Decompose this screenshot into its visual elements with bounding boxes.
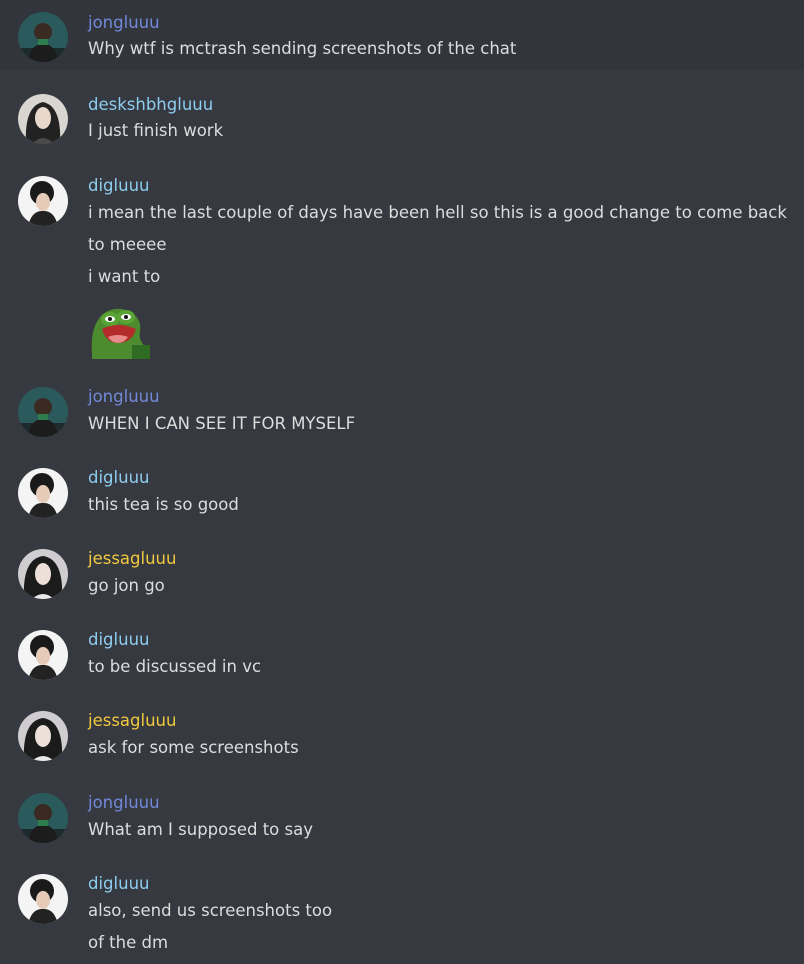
avatar-long-hair-portrait-icon[interactable] [18, 711, 68, 761]
avatar-long-hair-portrait-icon[interactable] [18, 549, 68, 599]
avatar-curly-hair-portrait-icon[interactable] [18, 468, 68, 518]
avatar-man-dark-jacket-icon[interactable] [18, 387, 68, 437]
message-text: go jon go [88, 576, 165, 595]
avatar-curly-hair-portrait-icon[interactable] [18, 874, 68, 924]
message-text: Why wtf is mctrash sending screenshots o… [88, 39, 517, 58]
message-group: jongluuu Why wtf is mctrash sending scre… [0, 0, 804, 70]
message-group: deskshbhgluuu I just finish work [0, 82, 804, 152]
message-author[interactable]: digluuu [88, 175, 800, 197]
message-text: ask for some screenshots [88, 738, 299, 757]
message-author[interactable]: jessagluuu [88, 548, 800, 570]
message-group: digluuu i mean the last couple of days h… [0, 163, 804, 363]
message-text: this tea is so good [88, 495, 239, 514]
message-text: What am I supposed to say [88, 820, 313, 839]
message-text: to be discussed in vc [88, 657, 262, 676]
message-group: digluuu to be discussed in vc [0, 617, 804, 687]
message-text: of the dm [88, 933, 169, 952]
avatar-long-hair-portrait-icon[interactable] [18, 94, 68, 144]
message-author[interactable]: jongluuu [88, 12, 800, 34]
message-author[interactable]: jongluuu [88, 386, 800, 408]
message-group: digluuu this tea is so good [0, 455, 804, 525]
message-group: jessagluuu ask for some screenshots [0, 698, 804, 768]
message-text: also, send us screenshots too [88, 901, 333, 920]
message-text: i want to [88, 267, 161, 286]
pepe-laughing-emoji-icon[interactable] [88, 297, 150, 359]
chat-message-list: jongluuu Why wtf is mctrash sending scre… [0, 0, 804, 964]
message-author[interactable]: jessagluuu [88, 710, 800, 732]
message-text: i mean the last couple of days have been… [88, 203, 787, 254]
message-author[interactable]: digluuu [88, 629, 800, 651]
message-author[interactable]: jongluuu [88, 792, 800, 814]
avatar-curly-hair-portrait-icon[interactable] [18, 630, 68, 680]
message-group: digluuu also, send us screenshots too of… [0, 861, 804, 964]
avatar-man-dark-jacket-icon[interactable] [18, 793, 68, 843]
message-text: I just finish work [88, 121, 224, 140]
message-author[interactable]: digluuu [88, 467, 800, 489]
message-text: WHEN I CAN SEE IT FOR MYSELF [88, 414, 356, 433]
message-group: jessagluuu go jon go [0, 536, 804, 606]
message-group: jongluuu WHEN I CAN SEE IT FOR MYSELF [0, 374, 804, 444]
message-author[interactable]: deskshbhgluuu [88, 94, 800, 116]
message-group: jongluuu What am I supposed to say [0, 780, 804, 850]
avatar-man-dark-jacket-icon[interactable] [18, 12, 68, 62]
message-author[interactable]: digluuu [88, 873, 800, 895]
avatar-curly-hair-portrait-icon[interactable] [18, 176, 68, 226]
